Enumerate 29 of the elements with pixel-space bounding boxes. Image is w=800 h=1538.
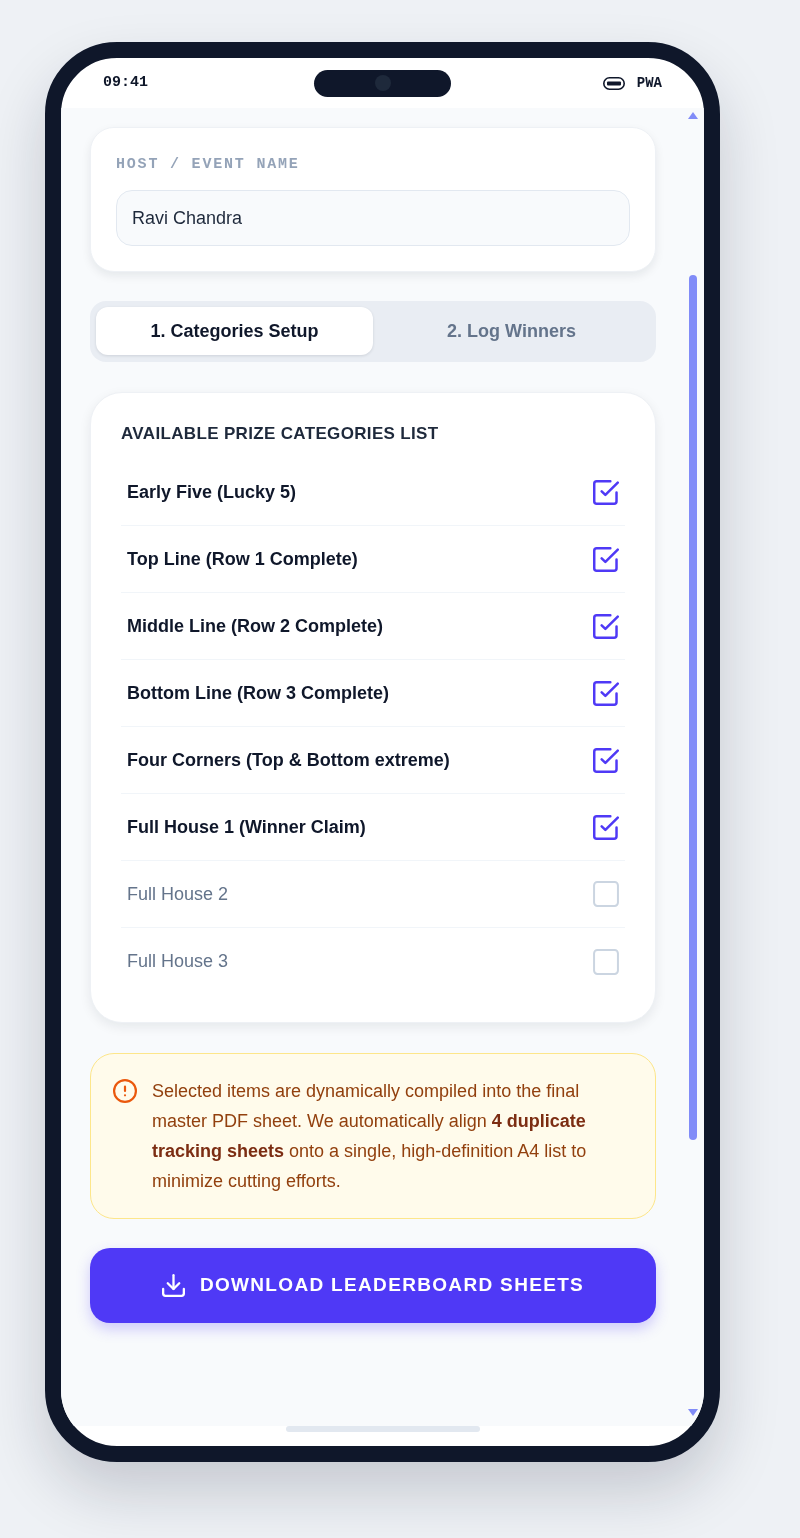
download-icon (161, 1274, 185, 1297)
checkbox[interactable] (593, 814, 619, 840)
category-label: Four Corners (Top & Bottom extreme) (127, 748, 450, 772)
checkbox[interactable] (593, 747, 619, 773)
category-label: Full House 3 (127, 950, 229, 973)
scroll-up-arrow-icon[interactable] (687, 112, 698, 119)
category-label: Bottom Line (Row 3 Complete) (127, 681, 389, 705)
tab[interactable]: 2. Log Winners (373, 307, 650, 355)
category-label: Middle Line (Row 2 Complete) (127, 614, 383, 638)
category-label: Top Line (Row 1 Complete) (127, 547, 358, 571)
category-label: Full House 1 (Winner Claim) (127, 815, 366, 839)
checkbox[interactable] (593, 680, 619, 706)
scroll-down-arrow-icon[interactable] (687, 1409, 698, 1416)
checkbox[interactable] (593, 546, 619, 572)
clock-time: 09:41 (103, 72, 148, 93)
checkbox[interactable] (593, 613, 619, 639)
tab[interactable]: 1. Categories Setup (96, 307, 373, 355)
checkbox[interactable] (593, 479, 619, 505)
category-label: Full House 2 (127, 882, 229, 906)
alert-icon (113, 1079, 137, 1103)
notice-text: Selected items are dynamically compiled into the final master PDF sheet. We automatically align 4 duplicate tracking sheets onto a single, high-definition A4 list to minimize cutting efforts. (152, 1080, 588, 1193)
scrollbar-thumb[interactable] (688, 275, 697, 1140)
pwa-label: PWA (636, 73, 662, 93)
host-name-input[interactable]: Ravi Chandra (116, 190, 630, 246)
card-title: AVAILABLE PRIZE CATEGORIES LIST (121, 423, 440, 445)
field-label: HOST / EVENT NAME (116, 156, 301, 174)
download-button[interactable]: DOWNLOAD LEADERBOARD SHEETS (90, 1248, 656, 1323)
battery-icon (602, 76, 625, 90)
category-label: Early Five (Lucky 5) (127, 480, 297, 504)
